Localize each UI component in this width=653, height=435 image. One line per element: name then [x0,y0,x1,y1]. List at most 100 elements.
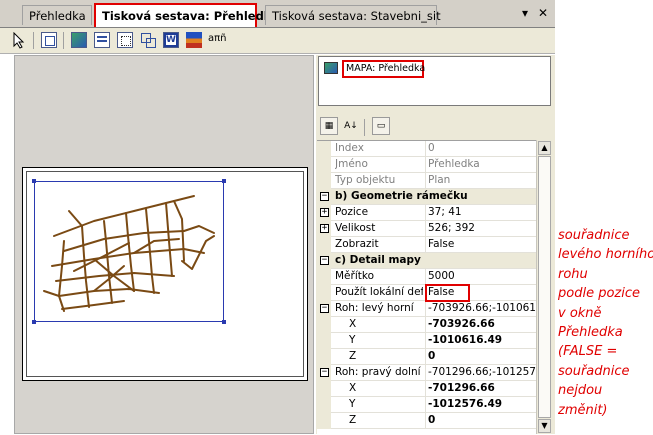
property-name: Velikost [335,222,376,234]
annotation-line: souřadnice [558,363,630,379]
property-row[interactable]: + Velikost 526; 392 [317,221,536,237]
property-name: Měřítko [335,270,375,282]
property-row[interactable]: Zobrazit False [317,237,536,253]
scroll-down-icon[interactable]: ▼ [538,419,551,433]
property-name: Roh: levý horní [335,302,414,314]
collapse-icon[interactable]: − [320,192,329,201]
toolbar-separator [33,32,34,49]
insert-image-icon[interactable] [186,32,202,48]
toolbar-separator [63,32,64,49]
tab-tiskova-sestava-stavebni-sit[interactable]: Tisková sestava: Stavebni_sit [265,5,441,25]
row-gutter [317,285,331,301]
property-value[interactable]: 0 [425,349,536,364]
property-value[interactable]: False [425,237,536,252]
annotation-line: Přehledka [558,325,623,341]
property-value[interactable]: Plan [425,173,536,188]
tab-tiskova-sestava-prehledka[interactable]: Tisková sestava: Přehledka [94,3,279,27]
property-row[interactable]: X -703926.66 [317,317,536,333]
resize-handle[interactable] [222,179,226,183]
property-value[interactable]: -703926.66 [425,317,536,332]
annotation-line: rohu [558,266,588,282]
property-name: Typ objektu [335,174,396,186]
annotation-line: (FALSE = [558,344,618,360]
resize-handle[interactable] [222,320,226,324]
property-name: Z [349,414,357,426]
property-value[interactable]: -1010616.49 [425,333,536,348]
property-name: Jméno [335,158,368,170]
object-list-item-mapa[interactable]: MAPA: Přehledka [342,60,425,78]
close-icon[interactable]: ✕ [536,6,550,20]
scroll-thumb[interactable] [538,156,551,418]
property-value[interactable]: -701296.66;-1012576.4 [425,365,536,380]
row-gutter [317,413,331,429]
row-gutter [317,317,331,333]
insert-text-icon[interactable]: W [163,32,179,48]
annotation-note: souřadnice levého horního rohu podle pozice… [558,226,653,420]
property-value[interactable]: -703926.66;-1010616.4 [425,301,536,316]
property-row[interactable]: Typ objektu Plan [317,173,536,189]
toolbar-separator [364,119,365,136]
local-definition-highlight [425,284,470,302]
property-value[interactable]: -1012576.49 [425,397,536,412]
insert-map-icon[interactable] [71,32,87,48]
row-gutter [317,349,331,365]
property-category[interactable]: − c) Detail mapy [317,253,536,269]
insert-grid-icon[interactable] [140,32,156,48]
property-row[interactable]: −Roh: pravý dolní -701296.66;-1012576.4 [317,365,536,381]
property-value[interactable]: 526; 392 [425,221,536,236]
categorized-view-icon[interactable]: ▦ [320,117,338,135]
annotation-line: změnit) [558,402,608,418]
zoom-page-icon[interactable] [41,32,57,48]
resize-handle[interactable] [32,320,36,324]
property-grid-scrollbar[interactable]: ▲ ▼ [536,140,552,434]
property-name: Zobrazit [335,238,379,250]
text-style-button[interactable]: aπñ [208,33,227,44]
property-value[interactable]: 5000 [425,269,536,284]
row-gutter [317,237,331,253]
property-pages-icon[interactable]: ▭ [372,117,390,135]
property-row[interactable]: Index 0 [317,141,536,157]
row-gutter [317,141,331,157]
insert-table-icon[interactable] [117,32,133,48]
property-row[interactable]: Z0 [317,349,536,365]
alphabetical-sort-icon[interactable]: A↓ [342,117,360,135]
property-row[interactable]: Y -1012576.49 [317,397,536,413]
property-value[interactable]: 37; 41 [425,205,536,220]
property-row[interactable]: −Roh: levý horní -703926.66;-1010616.4 [317,301,536,317]
property-name: c) Detail mapy [335,254,421,266]
row-gutter [317,157,331,173]
property-row[interactable]: Y -1010616.49 [317,333,536,349]
property-row[interactable]: X -701296.66 [317,381,536,397]
document-tab-bar: Přehledka Tisková sestava: Přehledka Tis… [0,0,555,28]
expand-icon[interactable]: + [320,208,329,217]
resize-handle[interactable] [32,179,36,183]
scroll-up-icon[interactable]: ▲ [538,141,551,155]
layout-toolbar: W aπñ [0,28,555,54]
row-gutter [317,269,331,285]
collapse-icon[interactable]: − [320,256,329,265]
property-row[interactable]: Z0 [317,413,536,429]
pointer-arrow-icon[interactable] [12,32,26,49]
property-row[interactable]: Jméno Přehledka [317,157,536,173]
insert-legend-icon[interactable] [94,32,110,48]
property-row[interactable]: + Pozice 37; 41 [317,205,536,221]
property-name: b) Geometrie rámečku [335,190,468,202]
row-gutter [317,333,331,349]
annotation-line: levého horního [558,247,653,263]
property-value[interactable]: 0 [425,413,536,428]
tab-menu-icon[interactable]: ▾ [518,6,532,20]
property-value[interactable]: 0 [425,141,536,156]
property-row[interactable]: Měřítko 5000 [317,269,536,285]
property-value[interactable]: -701296.66 [425,381,536,396]
expand-icon[interactable]: + [320,224,329,233]
collapse-icon[interactable]: − [320,304,329,313]
property-name: X [349,318,357,330]
tab-prehledka[interactable]: Přehledka [22,5,92,25]
map-frame-selection[interactable] [32,179,226,324]
property-name: Pozice [335,206,369,218]
property-category[interactable]: − b) Geometrie rámečku [317,189,536,205]
property-name: Z [349,350,357,362]
property-name: Y [349,334,356,346]
property-value[interactable]: Přehledka [425,157,536,172]
collapse-icon[interactable]: − [320,368,329,377]
